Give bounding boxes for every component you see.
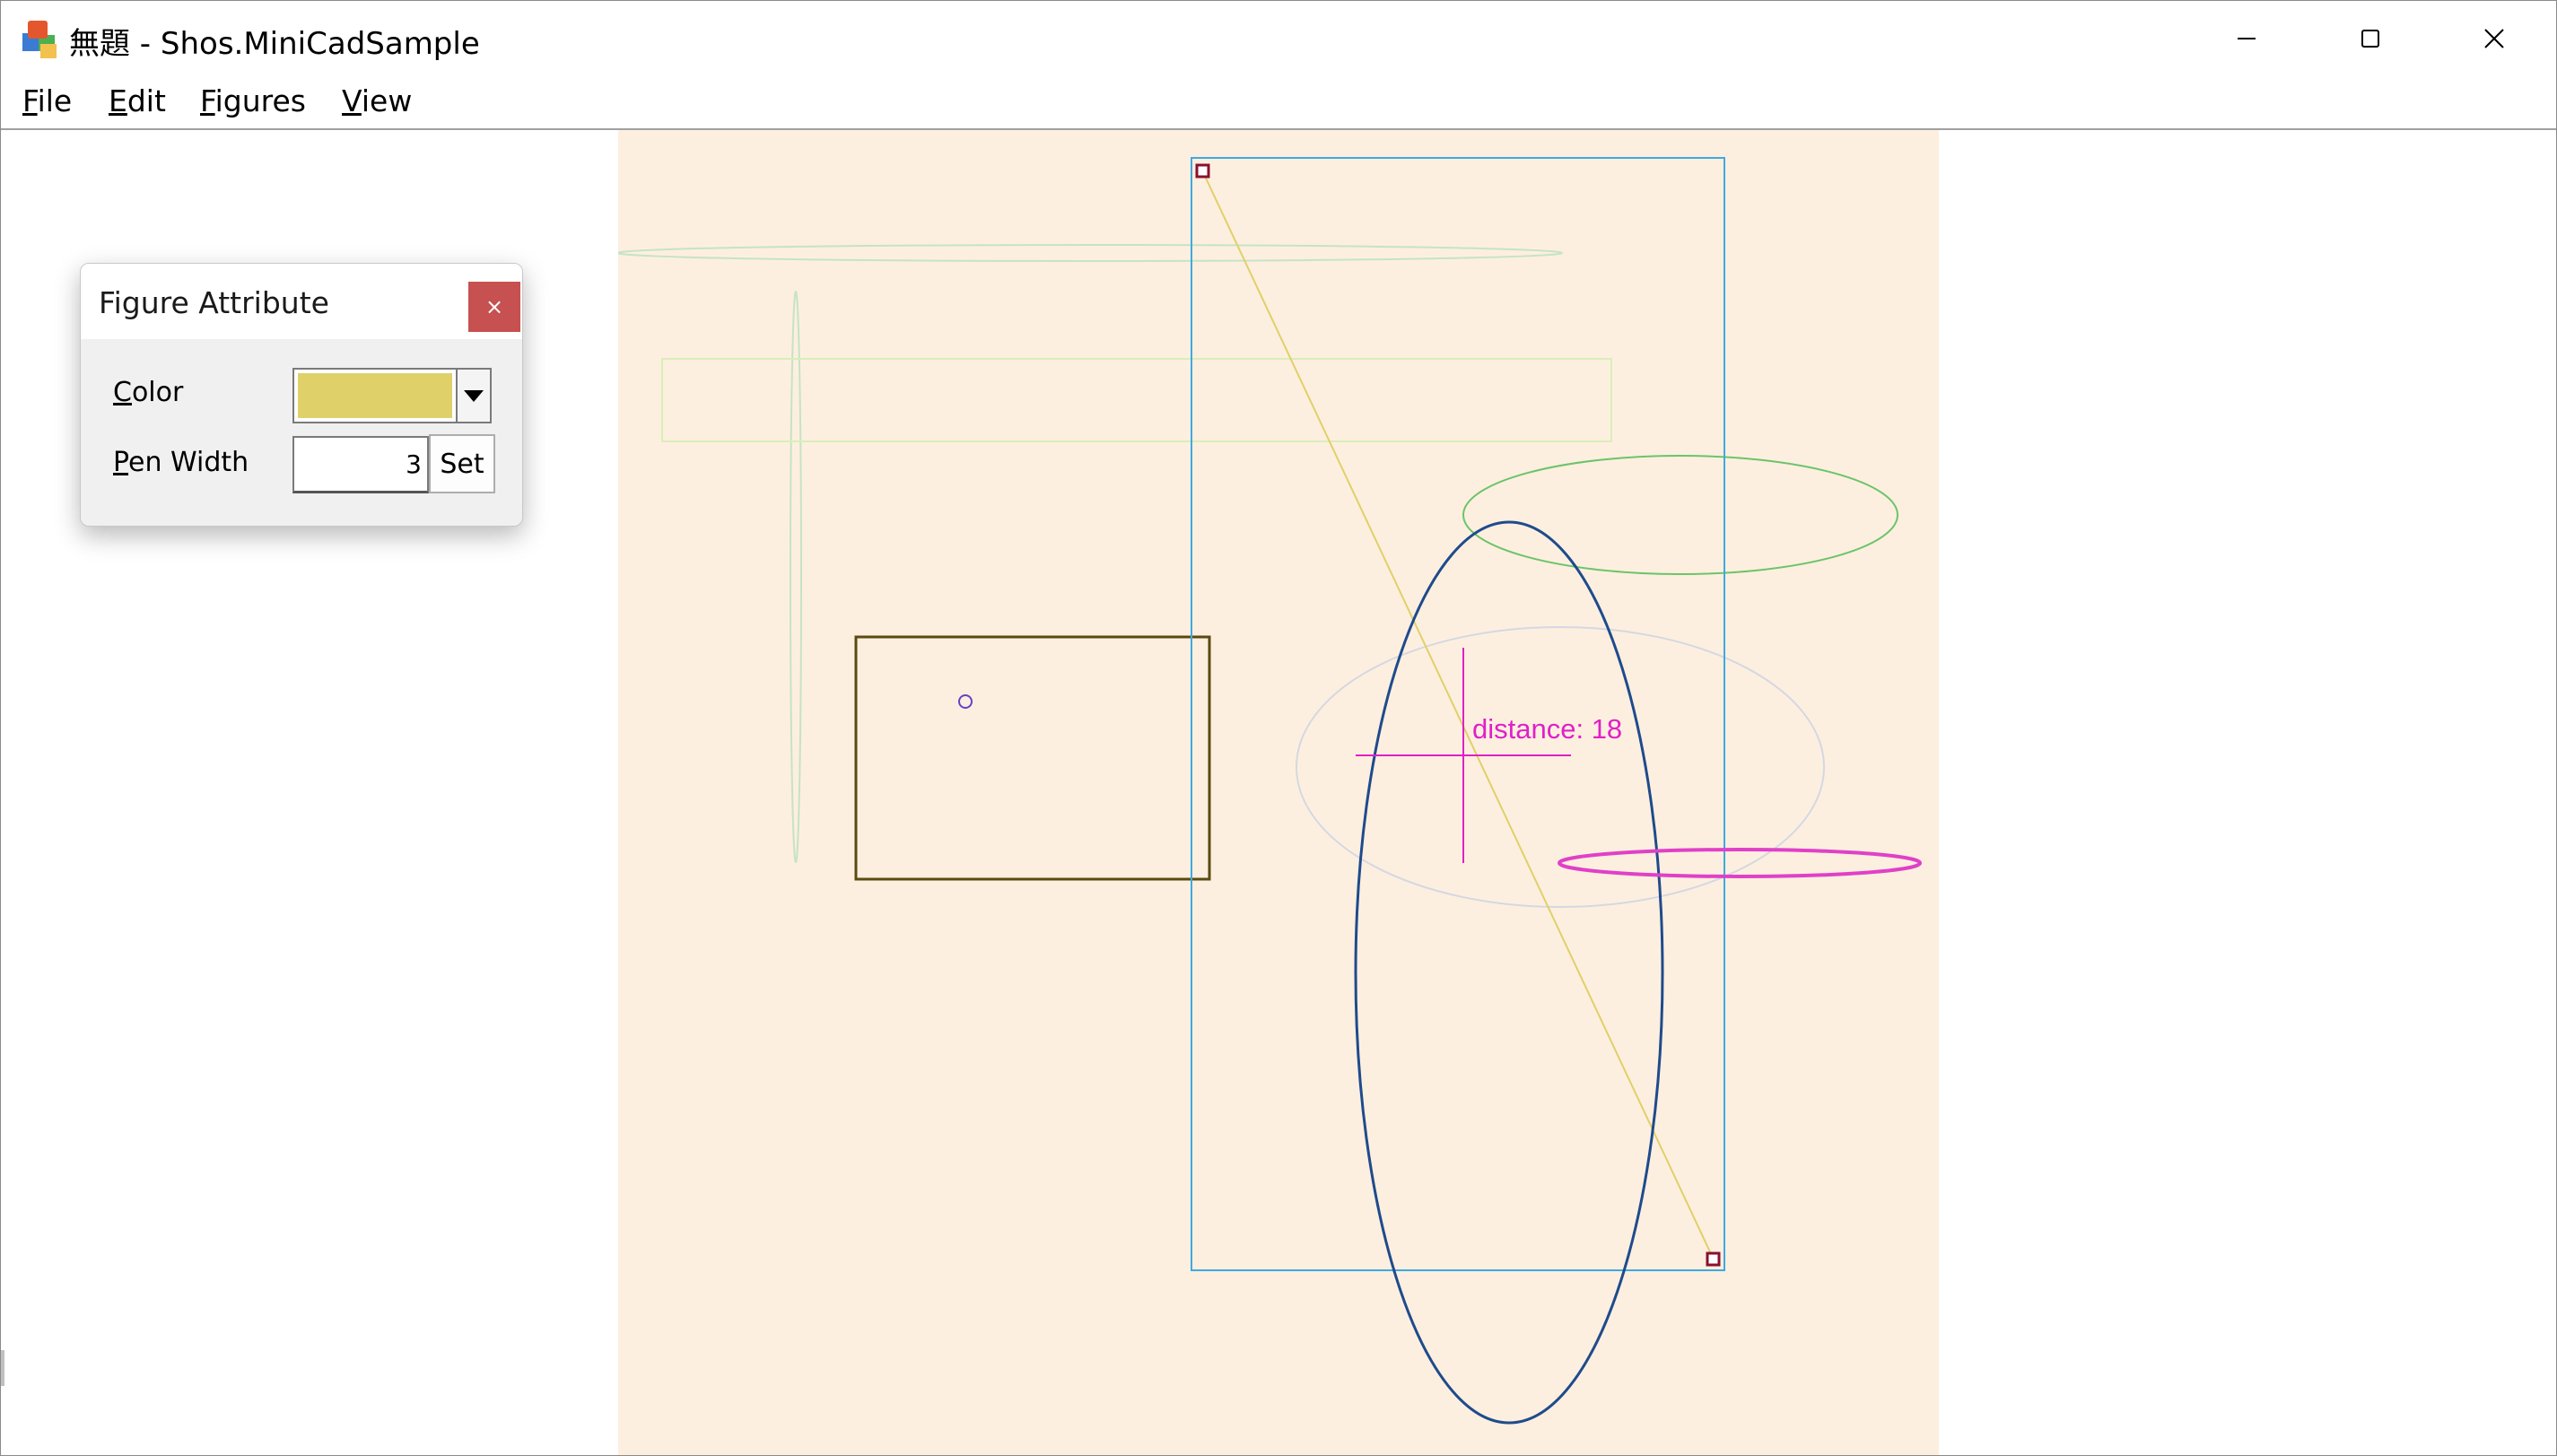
figure-attribute-dialog: Figure Attribute × Color Pen Width Set <box>80 263 523 527</box>
drawing-canvas[interactable]: distance: 18 <box>618 130 1939 1456</box>
menu-edit[interactable]: Edit <box>105 83 170 118</box>
app-icon <box>19 17 62 60</box>
window-title: 無題 - Shos.MiniCadSample <box>69 26 480 62</box>
figures-layer[interactable]: distance: 18 <box>618 130 1939 1456</box>
title-bar[interactable]: 無題 - Shos.MiniCadSample <box>1 1 2556 80</box>
color-combobox[interactable] <box>292 368 458 423</box>
pen-width-label: Pen Width <box>113 447 249 478</box>
menu-view[interactable]: View <box>338 83 415 118</box>
pen-width-input[interactable] <box>292 436 429 493</box>
menu-file[interactable]: File <box>19 83 75 118</box>
close-button[interactable] <box>2432 1 2556 76</box>
close-icon <box>2484 29 2504 48</box>
color-dropdown-button[interactable] <box>458 368 492 423</box>
maximize-icon <box>2361 30 2379 48</box>
color-label: Color <box>113 377 184 408</box>
chevron-down-icon <box>464 390 484 402</box>
color-swatch <box>298 373 452 418</box>
figure-wide-rectangle[interactable] <box>661 358 1612 442</box>
app-window: 無題 - Shos.MiniCadSample File Edit Figure… <box>0 0 2557 1456</box>
figure-thin-vertical-ellipse[interactable] <box>790 291 802 863</box>
figure-yellow-line[interactable] <box>1201 170 1715 1260</box>
set-button[interactable]: Set <box>429 434 495 493</box>
figure-olive-rectangle[interactable] <box>854 635 1211 881</box>
figure-navy-ellipse[interactable] <box>1354 520 1664 1425</box>
menu-figures[interactable]: Figures <box>196 83 310 118</box>
client-area: distance: 18 Figure Attribute × Color Pe… <box>1 130 2556 1456</box>
figure-green-ellipse[interactable] <box>1462 455 1898 575</box>
window-edge <box>1 1350 4 1386</box>
minimize-icon <box>2238 38 2256 39</box>
menu-bar: File Edit Figures View <box>1 80 2556 130</box>
dialog-close-button[interactable]: × <box>468 282 520 332</box>
distance-label: distance: 18 <box>1472 713 1622 745</box>
close-icon: × <box>484 294 504 319</box>
figure-small-circle[interactable] <box>958 694 973 709</box>
dialog-title-bar[interactable]: Figure Attribute × <box>81 264 522 339</box>
figure-flat-ellipse-top[interactable] <box>618 244 1563 262</box>
dialog-title: Figure Attribute <box>99 285 329 320</box>
selection-handle-end[interactable] <box>1706 1251 1721 1267</box>
minimize-button[interactable] <box>2185 1 2308 76</box>
selection-handle-start[interactable] <box>1195 163 1210 179</box>
maximize-button[interactable] <box>2308 1 2432 76</box>
figure-magenta-ellipse[interactable] <box>1558 848 1922 878</box>
